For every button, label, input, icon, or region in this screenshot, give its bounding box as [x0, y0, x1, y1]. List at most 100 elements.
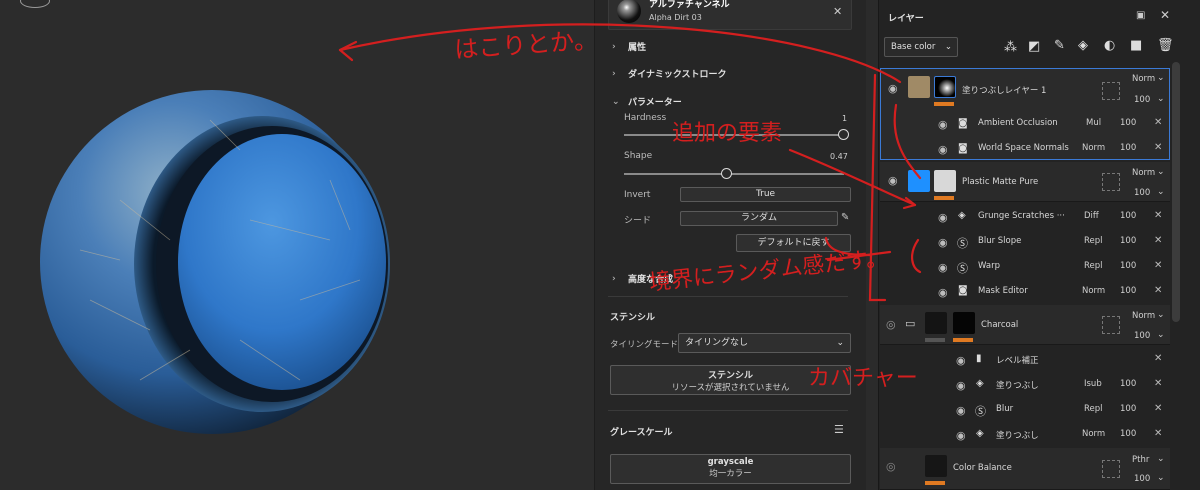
remove-effect-icon[interactable]: ✕ [1154, 260, 1162, 271]
opacity-value[interactable]: 100 [1120, 429, 1136, 439]
section-parameters[interactable]: ⌄ パラメーター [612, 95, 682, 109]
channel-select[interactable]: Base color ⌄ [884, 37, 958, 57]
opacity-value[interactable]: 100 [1134, 331, 1150, 341]
add-effect-icon[interactable]: ⁂ [1004, 40, 1017, 55]
effect-name[interactable]: Blur Slope [978, 236, 1021, 246]
visibility-eye-icon[interactable]: ◉ [938, 118, 948, 131]
visibility-eye-icon[interactable]: ◉ [938, 211, 948, 224]
effect-name[interactable]: Blur [996, 404, 1013, 414]
layers-scrollbar[interactable] [1172, 62, 1180, 322]
3d-viewport[interactable] [0, 0, 594, 490]
effect-name[interactable]: World Space Normals [978, 143, 1069, 153]
alpha-card[interactable]: アルファチャンネル Alpha Dirt 03 ✕ [608, 0, 852, 30]
visibility-eye-icon[interactable]: ◉ [938, 261, 948, 274]
visibility-eye-icon[interactable]: ◉ [956, 404, 966, 417]
visibility-eye-icon[interactable]: ◉ [888, 82, 898, 95]
visibility-eye-icon[interactable]: ◎ [886, 318, 896, 331]
hardness-value[interactable]: 1 [842, 114, 847, 123]
effect-name[interactable]: レベル補正 [996, 354, 1039, 366]
opacity-value[interactable]: 100 [1120, 261, 1136, 271]
folder-icon[interactable]: ■ [1130, 38, 1142, 53]
opacity-value[interactable]: 100 [1120, 286, 1136, 296]
blend-mode[interactable]: Norm [1082, 429, 1105, 439]
chevron-down-icon[interactable]: ⌄ [1157, 167, 1165, 177]
chevron-down-icon[interactable]: ⌄ [1157, 330, 1165, 340]
visibility-eye-icon[interactable]: ◉ [938, 286, 948, 299]
opacity-value[interactable]: 100 [1120, 236, 1136, 246]
remove-effect-icon[interactable]: ✕ [1154, 428, 1162, 439]
effect-name[interactable]: 塗りつぶし [996, 379, 1039, 391]
opacity-value[interactable]: 100 [1120, 379, 1136, 389]
blend-mode[interactable]: Norm [1082, 286, 1105, 296]
visibility-eye-icon[interactable]: ◉ [938, 236, 948, 249]
tiling-mode-select[interactable]: タイリングなし ⌄ [678, 333, 851, 353]
chevron-down-icon[interactable]: ⌄ [1157, 73, 1165, 83]
smart-material-icon[interactable]: ◐ [1104, 38, 1115, 53]
paint-layer-icon[interactable]: ✎ [1054, 38, 1065, 53]
layer-name[interactable]: Color Balance [953, 463, 1012, 473]
blend-mode[interactable]: Norm [1082, 143, 1105, 153]
layer-name[interactable]: Charcoal [981, 320, 1018, 330]
grayscale-button[interactable]: grayscale 均一カラー [610, 454, 851, 484]
blend-mode[interactable]: Mul [1086, 118, 1101, 128]
chevron-down-icon[interactable]: ⌄ [1157, 187, 1165, 197]
layer-row-charcoal[interactable] [880, 305, 1170, 345]
opacity-value[interactable]: 100 [1120, 211, 1136, 221]
blend-mode[interactable]: Norm [1132, 168, 1155, 178]
add-mask-icon[interactable]: ◩ [1028, 39, 1040, 54]
blend-mode[interactable]: Diff [1084, 211, 1099, 221]
visibility-eye-icon[interactable]: ◉ [956, 354, 966, 367]
opacity-value[interactable]: 100 [1134, 95, 1150, 105]
effect-name[interactable]: Warp [978, 261, 1000, 271]
blend-mode[interactable]: Norm [1132, 74, 1155, 84]
remove-effect-icon[interactable]: ✕ [1154, 285, 1162, 296]
remove-effect-icon[interactable]: ✕ [1154, 117, 1162, 128]
chevron-down-icon[interactable]: ⌄ [1157, 454, 1165, 464]
shape-slider-track[interactable] [624, 173, 844, 175]
close-icon[interactable]: ✕ [833, 5, 842, 18]
blend-mode[interactable]: Repl [1084, 236, 1103, 246]
remove-effect-icon[interactable]: ✕ [1154, 235, 1162, 246]
list-menu-icon[interactable]: ☰ [834, 423, 844, 436]
opacity-value[interactable]: 100 [1120, 143, 1136, 153]
layer-name[interactable]: Plastic Matte Pure [962, 177, 1038, 187]
chevron-down-icon[interactable]: ⌄ [1157, 310, 1165, 320]
visibility-eye-icon[interactable]: ◎ [886, 460, 896, 473]
section-dynamic-stroke[interactable]: › ダイナミックストローク [612, 67, 727, 81]
visibility-eye-icon[interactable]: ◉ [956, 379, 966, 392]
layer-row-color-balance[interactable] [880, 448, 1170, 490]
trash-icon[interactable]: 🗑 [1157, 38, 1174, 53]
chevron-down-icon[interactable]: ⌄ [1157, 473, 1165, 483]
hardness-slider-knob[interactable] [838, 129, 849, 140]
fill-layer-icon[interactable]: ◈ [1078, 38, 1088, 53]
remove-effect-icon[interactable]: ✕ [1154, 210, 1162, 221]
blend-mode[interactable]: Repl [1084, 261, 1103, 271]
shape-value[interactable]: 0.47 [830, 152, 848, 161]
opacity-value[interactable]: 100 [1120, 404, 1136, 414]
hardness-slider-track[interactable] [624, 134, 844, 136]
remove-effect-icon[interactable]: ✕ [1154, 403, 1162, 414]
reset-default-button[interactable]: デフォルトに戻す [736, 234, 851, 252]
effect-name[interactable]: 塗りつぶし [996, 429, 1039, 441]
layer-name[interactable]: 塗りつぶしレイヤー 1 [962, 84, 1046, 96]
invert-toggle[interactable]: True [680, 187, 851, 202]
stencil-resource-button[interactable]: ステンシル リソースが選択されていません [610, 365, 851, 395]
opacity-value[interactable]: 100 [1134, 188, 1150, 198]
remove-effect-icon[interactable]: ✕ [1154, 142, 1162, 153]
remove-effect-icon[interactable]: ✕ [1154, 378, 1162, 389]
section-attributes[interactable]: › 属性 [612, 40, 646, 54]
seed-field[interactable]: ランダム [680, 211, 838, 226]
effect-name[interactable]: Ambient Occlusion [978, 118, 1058, 128]
section-advanced-blend[interactable]: › 高度な合成 [612, 272, 673, 286]
opacity-value[interactable]: 100 [1134, 474, 1150, 484]
chevron-down-icon[interactable]: ⌄ [1157, 94, 1165, 104]
visibility-eye-icon[interactable]: ◉ [888, 174, 898, 187]
blend-mode[interactable]: Pthr [1132, 455, 1149, 465]
blend-mode[interactable]: Norm [1132, 311, 1155, 321]
visibility-eye-icon[interactable]: ◉ [956, 429, 966, 442]
blend-mode[interactable]: Isub [1084, 379, 1102, 389]
pencil-icon[interactable]: ✎ [841, 212, 849, 223]
maximize-icon[interactable]: ▣ [1136, 10, 1145, 21]
blend-mode[interactable]: Repl [1084, 404, 1103, 414]
opacity-value[interactable]: 100 [1120, 118, 1136, 128]
